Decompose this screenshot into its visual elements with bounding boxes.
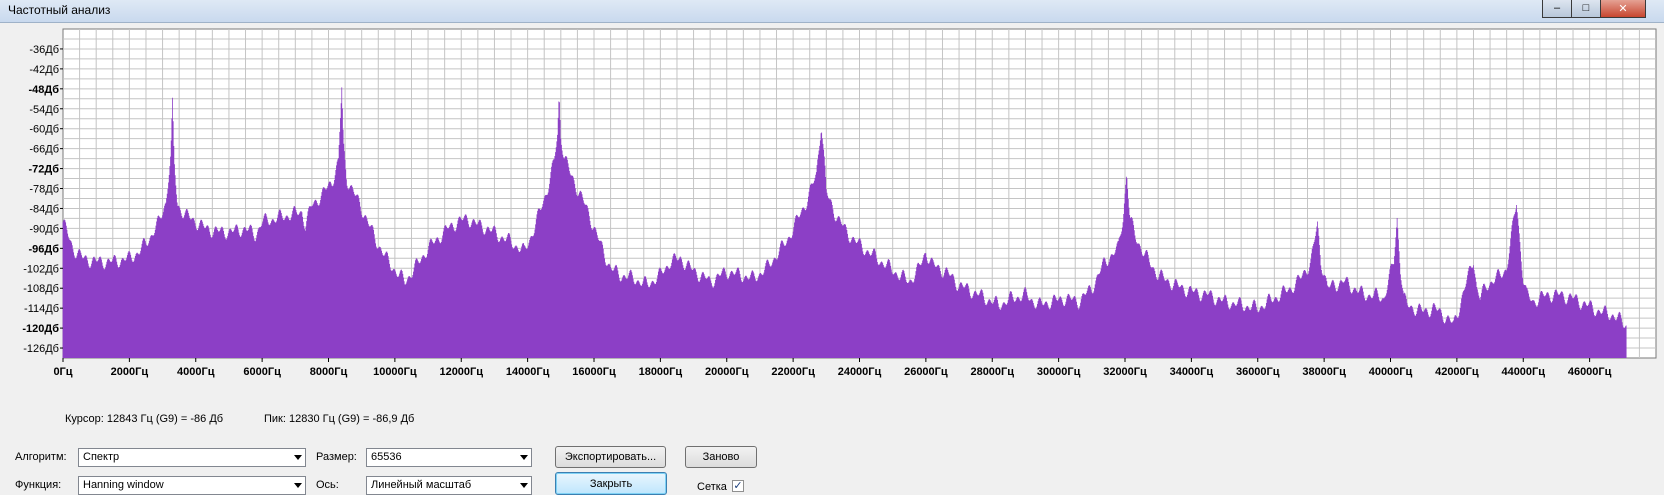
x-tick-label: 10000Гц — [373, 366, 417, 378]
chevron-down-icon — [294, 483, 302, 488]
axis-value: Линейный масштаб — [371, 479, 472, 491]
grid-label: Сетка — [697, 481, 727, 493]
x-tick-label: 12000Гц — [439, 366, 483, 378]
y-tick-label: -108Дб — [23, 283, 59, 295]
check-mark-icon: ✓ — [733, 480, 743, 492]
x-tick-label: 42000Гц — [1435, 366, 1479, 378]
y-tick-label: -96Дб — [28, 243, 59, 255]
window-controls: – □ ✕ — [1542, 0, 1646, 18]
export-button[interactable]: Экспортировать... — [555, 446, 666, 468]
dialog-client: -36Дб -42Дб -48Дб -54Дб -60Дб -66Дб -72Дб -78Дб… — [0, 23, 1664, 495]
x-tick-label: 18000Гц — [639, 366, 683, 378]
spectrum-plot[interactable]: -36Дб -42Дб -48Дб -54Дб -60Дб -66Дб -72Дб -78Дб… — [0, 23, 1664, 408]
axis-select[interactable]: Линейный масштаб — [366, 476, 532, 495]
x-tick-label: 22000Гц — [771, 366, 815, 378]
x-tick-label: 14000Гц — [506, 366, 550, 378]
peak-readout: Пик: 12830 Гц (G9) = -86,9 Дб — [264, 413, 415, 425]
x-tick-label: 34000Гц — [1170, 366, 1214, 378]
x-tick-label: 40000Гц — [1369, 366, 1413, 378]
chevron-down-icon — [520, 455, 528, 460]
size-label: Размер: — [316, 451, 357, 463]
y-tick-label: -36Дб — [29, 44, 59, 56]
chevron-down-icon — [520, 483, 528, 488]
x-tick-label: 26000Гц — [904, 366, 948, 378]
x-tick-label: 16000Гц — [572, 366, 616, 378]
window-title: Частотный анализ — [8, 3, 111, 17]
grid-checkbox[interactable]: ✓ — [732, 480, 744, 492]
close-button[interactable]: Закрыть — [555, 472, 667, 495]
maximize-button[interactable]: □ — [1571, 0, 1601, 18]
y-tick-label: -72Дб — [28, 164, 59, 176]
size-select[interactable]: 65536 — [366, 448, 532, 467]
function-label: Функция: — [15, 479, 62, 491]
y-tick-label: -126Дб — [23, 343, 59, 355]
y-tick-label: -90Дб — [29, 223, 59, 235]
y-tick-label: -54Дб — [29, 104, 59, 116]
algorithm-label: Алгоритм: — [15, 451, 67, 463]
cursor-readout: Курсор: 12843 Гц (G9) = -86 Дб — [65, 413, 224, 425]
x-tick-label: 32000Гц — [1103, 366, 1147, 378]
x-tick-label: 2000Гц — [111, 366, 149, 378]
close-window-button[interactable]: ✕ — [1600, 0, 1646, 18]
y-tick-label: -66Дб — [29, 144, 59, 156]
x-tick-label: 36000Гц — [1236, 366, 1280, 378]
algorithm-value: Спектр — [83, 451, 120, 463]
x-tick-label: 38000Гц — [1302, 366, 1346, 378]
x-tick-label: 30000Гц — [1037, 366, 1081, 378]
y-tick-label: -102Дб — [23, 263, 59, 275]
size-value: 65536 — [371, 451, 402, 463]
y-tick-label: -48Дб — [28, 84, 59, 96]
x-tick-label: 0Гц — [53, 366, 72, 378]
replot-button[interactable]: Заново — [685, 446, 757, 468]
function-select[interactable]: Hanning window — [78, 476, 306, 495]
x-tick-label: 28000Гц — [970, 366, 1014, 378]
x-tick-label: 46000Гц — [1568, 366, 1612, 378]
x-tick-label: 20000Гц — [705, 366, 749, 378]
y-tick-label: -114Дб — [24, 303, 59, 315]
y-tick-label: -120Дб — [22, 323, 59, 335]
x-tick-label: 4000Гц — [177, 366, 215, 378]
x-tick-label: 24000Гц — [838, 366, 882, 378]
title-bar: Частотный анализ – □ ✕ — [0, 0, 1664, 23]
y-tick-label: -42Дб — [29, 64, 59, 76]
x-tick-label: 44000Гц — [1501, 366, 1545, 378]
x-tick-label: 6000Гц — [243, 366, 281, 378]
y-tick-label: -60Дб — [29, 124, 59, 136]
x-tick-label: 8000Гц — [310, 366, 348, 378]
y-tick-label: -84Дб — [29, 203, 59, 215]
algorithm-select[interactable]: Спектр — [78, 448, 306, 467]
chevron-down-icon — [294, 455, 302, 460]
minimize-button[interactable]: – — [1542, 0, 1572, 18]
function-value: Hanning window — [83, 479, 164, 491]
y-tick-label: -78Дб — [29, 184, 59, 196]
axis-label: Ось: — [316, 479, 339, 491]
